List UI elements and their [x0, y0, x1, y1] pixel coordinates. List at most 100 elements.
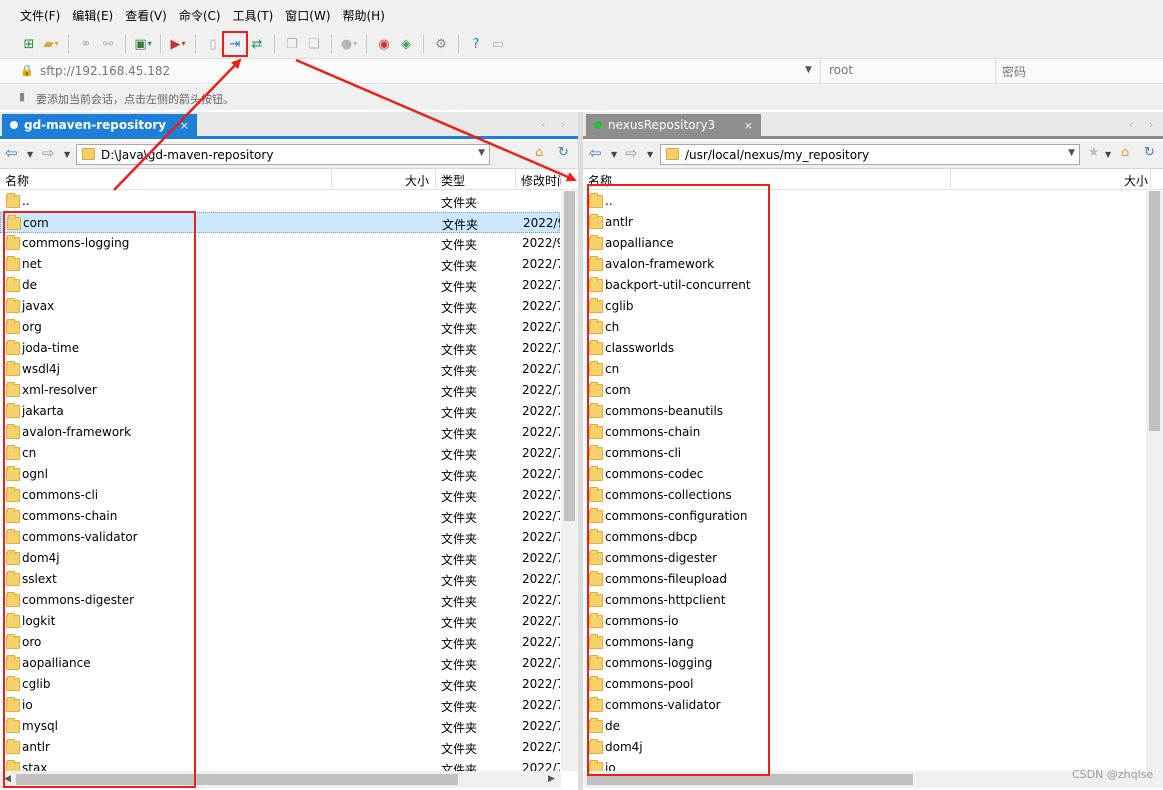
table-row[interactable]: cn: [583, 359, 1148, 380]
table-row[interactable]: commons-digester: [583, 548, 1148, 569]
local-path-input[interactable]: D:\Java\gd-maven-repository ▼: [76, 144, 490, 165]
table-row[interactable]: javax 文件夹 2022/7: [0, 296, 560, 317]
close-icon[interactable]: ×: [180, 119, 189, 132]
table-row[interactable]: commons-chain 文件夹 2022/7: [0, 506, 560, 527]
forward-history-dropdown[interactable]: ▼: [64, 150, 70, 159]
table-row[interactable]: ognl 文件夹 2022/7: [0, 464, 560, 485]
table-row[interactable]: commons-chain: [583, 422, 1148, 443]
table-row[interactable]: org 文件夹 2022/7: [0, 317, 560, 338]
scroll-thumb[interactable]: [16, 774, 458, 785]
table-row[interactable]: aopalliance: [583, 233, 1148, 254]
password-field[interactable]: 密码: [995, 59, 1163, 84]
table-row[interactable]: wsdl4j 文件夹 2022/7: [0, 359, 560, 380]
table-row[interactable]: commons-dbcp: [583, 527, 1148, 548]
table-row[interactable]: de: [583, 716, 1148, 737]
col-type[interactable]: 类型: [436, 169, 516, 190]
col-name[interactable]: 名称: [583, 169, 951, 190]
scroll-left-icon[interactable]: ◀: [4, 774, 11, 784]
table-row[interactable]: io: [583, 758, 1148, 771]
table-row[interactable]: logkit 文件夹 2022/7: [0, 611, 560, 632]
table-row[interactable]: .. 文件夹: [0, 191, 560, 212]
table-row[interactable]: commons-cli 文件夹 2022/7: [0, 485, 560, 506]
table-row[interactable]: commons-collections: [583, 485, 1148, 506]
menu-edit[interactable]: 编辑(E): [66, 7, 119, 24]
table-row[interactable]: com 文件夹 2022/9: [0, 212, 560, 233]
forward-history-dropdown[interactable]: ▼: [647, 150, 653, 159]
table-row[interactable]: commons-validator: [583, 695, 1148, 716]
table-row[interactable]: commons-logging 文件夹 2022/9: [0, 233, 560, 254]
refresh-icon[interactable]: ↻: [1144, 146, 1155, 159]
table-row[interactable]: ch: [583, 317, 1148, 338]
forward-arrow-icon[interactable]: ⇨: [625, 146, 638, 161]
table-row[interactable]: jakarta 文件夹 2022/7: [0, 401, 560, 422]
remote-vertical-scrollbar[interactable]: [1146, 191, 1163, 771]
col-size[interactable]: 大小: [951, 169, 1151, 190]
table-row[interactable]: xml-resolver 文件夹 2022/7: [0, 380, 560, 401]
col-size[interactable]: 大小: [332, 169, 436, 190]
table-row[interactable]: avalon-framework 文件夹 2022/7: [0, 422, 560, 443]
table-row[interactable]: cn 文件夹 2022/7: [0, 443, 560, 464]
scroll-right-icon[interactable]: ▶: [548, 774, 555, 784]
chat-icon[interactable]: ▭: [489, 35, 507, 53]
table-row[interactable]: dom4j 文件夹 2022/7: [0, 548, 560, 569]
play-icon[interactable]: ▶: [169, 35, 187, 53]
username-field[interactable]: root: [820, 59, 995, 84]
bookmark-icon[interactable]: ▮: [19, 90, 25, 103]
tab-scroll-left-icon[interactable]: ‹: [541, 118, 545, 131]
table-row[interactable]: commons-validator 文件夹 2022/7: [0, 527, 560, 548]
host-address-input[interactable]: sftp://192.168.45.182: [40, 64, 170, 78]
table-row[interactable]: commons-digester 文件夹 2022/7: [0, 590, 560, 611]
back-arrow-icon[interactable]: ⇦: [5, 146, 18, 161]
table-row[interactable]: net 文件夹 2022/7: [0, 254, 560, 275]
table-row[interactable]: antlr: [583, 212, 1148, 233]
home-icon[interactable]: ⌂: [1121, 146, 1129, 159]
table-row[interactable]: commons-httpclient: [583, 590, 1148, 611]
table-row[interactable]: classworlds: [583, 338, 1148, 359]
chevron-down-icon[interactable]: ▼: [805, 65, 812, 75]
back-arrow-icon[interactable]: ⇦: [589, 146, 602, 161]
table-row[interactable]: cglib 文件夹 2022/7: [0, 674, 560, 695]
chevron-down-icon[interactable]: ▼: [1068, 148, 1075, 158]
tab-remote-session[interactable]: nexusRepository3 ×: [586, 114, 761, 139]
scroll-thumb[interactable]: [1149, 191, 1160, 431]
chevron-down-icon[interactable]: ▼: [478, 148, 485, 158]
bookmark-dropdown[interactable]: ▼: [1105, 150, 1111, 159]
new-session-icon[interactable]: ⊞: [20, 35, 38, 53]
menu-view[interactable]: 查看(V): [119, 7, 173, 24]
tab-local-session[interactable]: gd-maven-repository ×: [2, 114, 197, 139]
menu-window[interactable]: 窗口(W): [279, 7, 336, 24]
table-row[interactable]: commons-cli: [583, 443, 1148, 464]
table-row[interactable]: sslext 文件夹 2022/7: [0, 569, 560, 590]
home-icon[interactable]: ⌂: [535, 146, 543, 159]
table-row[interactable]: com: [583, 380, 1148, 401]
table-row[interactable]: avalon-framework: [583, 254, 1148, 275]
star-icon[interactable]: ★: [1088, 146, 1100, 159]
tab-scroll-right-icon[interactable]: ›: [1149, 118, 1153, 131]
table-row[interactable]: commons-configuration: [583, 506, 1148, 527]
back-history-dropdown[interactable]: ▼: [27, 150, 33, 159]
table-row[interactable]: commons-codec: [583, 464, 1148, 485]
table-row[interactable]: backport-util-concurrent: [583, 275, 1148, 296]
xftp-icon[interactable]: ◈: [397, 35, 415, 53]
table-row[interactable]: commons-logging: [583, 653, 1148, 674]
table-row[interactable]: io 文件夹 2022/7: [0, 695, 560, 716]
menu-command[interactable]: 命令(C): [173, 7, 227, 24]
local-vertical-scrollbar[interactable]: [561, 191, 578, 771]
table-row[interactable]: commons-beanutils: [583, 401, 1148, 422]
remote-path-input[interactable]: /usr/local/nexus/my_repository ▼: [660, 144, 1080, 165]
table-row[interactable]: mysql 文件夹 2022/7: [0, 716, 560, 737]
menu-file[interactable]: 文件(F): [14, 7, 66, 24]
scroll-thumb[interactable]: [564, 191, 575, 521]
table-row[interactable]: antlr 文件夹 2022/7: [0, 737, 560, 758]
refresh-icon[interactable]: ↻: [558, 146, 569, 159]
sync-transfer-icon[interactable]: ⇄: [248, 35, 266, 53]
table-row[interactable]: aopalliance 文件夹 2022/7: [0, 653, 560, 674]
table-row[interactable]: oro 文件夹 2022/7: [0, 632, 560, 653]
table-row[interactable]: commons-lang: [583, 632, 1148, 653]
xshell-icon[interactable]: ◉: [375, 35, 393, 53]
col-modified[interactable]: 修改时间: [516, 169, 562, 190]
col-name[interactable]: 名称: [0, 169, 332, 190]
table-row[interactable]: ..: [583, 191, 1148, 212]
table-row[interactable]: commons-pool: [583, 674, 1148, 695]
forward-arrow-icon[interactable]: ⇨: [42, 146, 55, 161]
